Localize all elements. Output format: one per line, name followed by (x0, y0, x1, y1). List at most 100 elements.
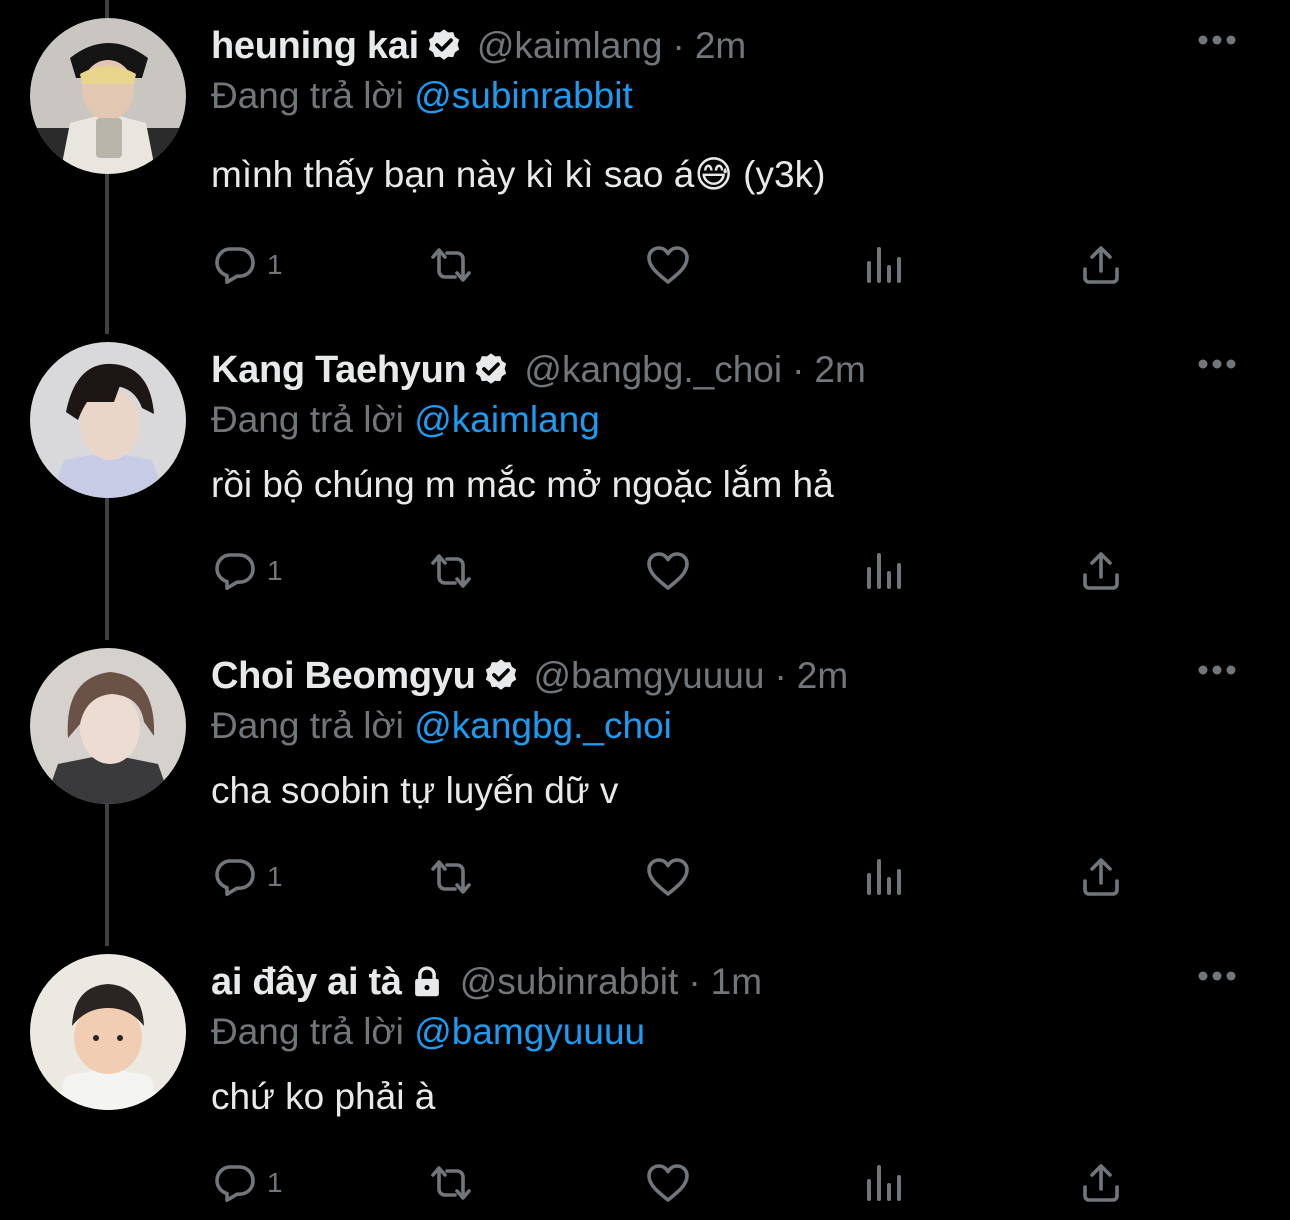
verified-badge-icon (425, 27, 463, 65)
retweet-icon (423, 241, 479, 289)
retweet-button[interactable] (423, 1158, 479, 1208)
timestamp[interactable]: 2m (814, 349, 865, 391)
reply-count: 1 (267, 555, 283, 586)
avatar[interactable] (30, 342, 186, 498)
action-bar: 1 (211, 240, 1171, 290)
separator-dot: · (774, 655, 787, 696)
more-options-icon[interactable] (1196, 660, 1238, 680)
replying-to-link[interactable]: @kangbg._choi (414, 705, 672, 746)
timestamp[interactable]: 2m (797, 655, 848, 697)
heart-icon (643, 547, 693, 595)
tweet[interactable]: ai đây ai tà @subinrabbit · 1m Đang trả … (0, 936, 1290, 1220)
handle[interactable]: @kaimlang (477, 25, 663, 67)
tweet-text: rồi bộ chúng m mắc mở ngoặc lắm hả (211, 464, 834, 505)
reply-icon (211, 1159, 259, 1207)
analytics-button[interactable] (861, 546, 909, 596)
reply-count: 1 (267, 861, 283, 892)
verified-badge-icon (472, 351, 510, 389)
tweet-text: mình thấy bạn này kì kì sao á😅 (y3k) (211, 154, 826, 195)
analytics-icon (861, 547, 909, 595)
reply-icon (211, 853, 259, 901)
reply-button[interactable]: 1 (211, 240, 283, 290)
heart-icon (643, 241, 693, 289)
retweet-button[interactable] (423, 240, 479, 290)
tweet[interactable]: Choi Beomgyu @bamgyuuuu · 2m Đang trả lờ… (0, 630, 1290, 936)
tweet-header: Kang Taehyun @kangbg._choi · 2m (211, 346, 866, 394)
like-button[interactable] (643, 240, 693, 290)
reply-button[interactable]: 1 (211, 1158, 283, 1208)
reply-icon (211, 547, 259, 595)
tweet[interactable]: Kang Taehyun @kangbg._choi · 2m Đang trả… (0, 324, 1290, 630)
handle[interactable]: @subinrabbit (460, 961, 679, 1003)
reply-icon (211, 241, 259, 289)
share-button[interactable] (1077, 1158, 1125, 1208)
retweet-button[interactable] (423, 852, 479, 902)
more-options-icon[interactable] (1196, 966, 1238, 986)
share-icon (1077, 853, 1125, 901)
verified-badge-icon (482, 657, 520, 695)
tweet-header: heuning kai @kaimlang · 2m (211, 22, 746, 70)
replying-to-link[interactable]: @kaimlang (414, 399, 600, 440)
like-button[interactable] (643, 546, 693, 596)
more-options-icon[interactable] (1196, 354, 1238, 374)
replying-to-link[interactable]: @subinrabbit (414, 75, 633, 116)
replying-to: Đang trả lời @kangbg._choi (211, 702, 672, 750)
heart-icon (643, 853, 693, 901)
tweet-header: ai đây ai tà @subinrabbit · 1m (211, 958, 762, 1006)
retweet-button[interactable] (423, 546, 479, 596)
tweet-text: cha soobin tự luyến dữ v (211, 770, 619, 811)
share-button[interactable] (1077, 546, 1125, 596)
tweet-header: Choi Beomgyu @bamgyuuuu · 2m (211, 652, 848, 700)
replying-to: Đang trả lời @subinrabbit (211, 72, 633, 120)
timestamp[interactable]: 1m (711, 961, 762, 1003)
analytics-icon (861, 241, 909, 289)
replying-to-label: Đang trả lời (211, 705, 404, 746)
reply-count: 1 (267, 249, 283, 280)
more-options-icon[interactable] (1196, 30, 1238, 50)
display-name[interactable]: ai đây ai tà (211, 961, 402, 1004)
analytics-button[interactable] (861, 1158, 909, 1208)
reply-count: 1 (267, 1167, 283, 1198)
like-button[interactable] (643, 852, 693, 902)
analytics-button[interactable] (861, 240, 909, 290)
separator-dot: · (672, 25, 685, 66)
timestamp[interactable]: 2m (695, 25, 746, 67)
replying-to: Đang trả lời @bamgyuuuu (211, 1008, 645, 1056)
heart-icon (643, 1159, 693, 1207)
action-bar: 1 (211, 1158, 1171, 1208)
reply-button[interactable]: 1 (211, 546, 283, 596)
separator-dot: · (688, 961, 701, 1002)
replying-to-link[interactable]: @bamgyuuuu (414, 1011, 645, 1052)
share-button[interactable] (1077, 240, 1125, 290)
replying-to-label: Đang trả lời (211, 1011, 404, 1052)
avatar[interactable] (30, 954, 186, 1110)
retweet-icon (423, 853, 479, 901)
retweet-icon (423, 547, 479, 595)
action-bar: 1 (211, 546, 1171, 596)
analytics-icon (861, 853, 909, 901)
handle[interactable]: @kangbg._choi (524, 349, 782, 391)
tweet-text: chứ ko phải à (211, 1076, 436, 1117)
action-bar: 1 (211, 852, 1171, 902)
replying-to-label: Đang trả lời (211, 75, 404, 116)
separator-dot: · (792, 349, 805, 390)
analytics-button[interactable] (861, 852, 909, 902)
share-button[interactable] (1077, 852, 1125, 902)
share-icon (1077, 1159, 1125, 1207)
display-name[interactable]: heuning kai (211, 25, 419, 68)
avatar[interactable] (30, 648, 186, 804)
replying-to-label: Đang trả lời (211, 399, 404, 440)
display-name[interactable]: Kang Taehyun (211, 349, 467, 392)
share-icon (1077, 547, 1125, 595)
lock-icon (408, 963, 446, 1001)
analytics-icon (861, 1159, 909, 1207)
tweet[interactable]: heuning kai @kaimlang · 2m Đang trả lời … (0, 0, 1290, 318)
like-button[interactable] (643, 1158, 693, 1208)
replying-to: Đang trả lời @kaimlang (211, 396, 600, 444)
handle[interactable]: @bamgyuuuu (534, 655, 765, 697)
reply-button[interactable]: 1 (211, 852, 283, 902)
retweet-icon (423, 1159, 479, 1207)
display-name[interactable]: Choi Beomgyu (211, 655, 476, 698)
avatar[interactable] (30, 18, 186, 174)
share-icon (1077, 241, 1125, 289)
